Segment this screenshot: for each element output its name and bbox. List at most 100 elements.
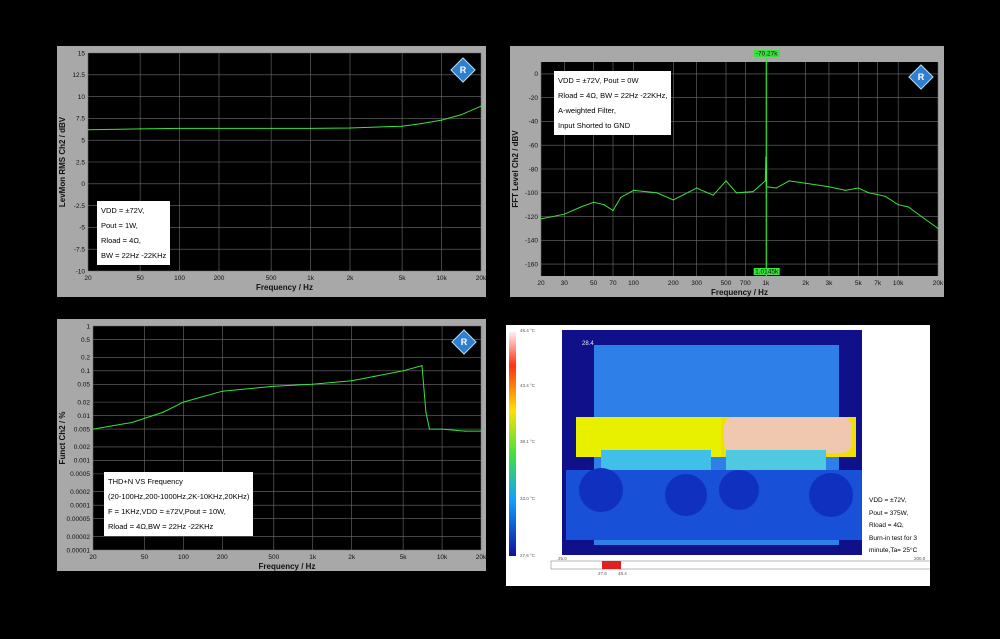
- y-tick-label: -5: [79, 225, 85, 232]
- y-tick-label: 0.0005: [70, 471, 90, 478]
- x-tick-label: 7k: [874, 280, 882, 287]
- y-tick-label: 0: [81, 181, 85, 188]
- data-point: [868, 192, 870, 194]
- note-line: Pout = 375W,: [869, 509, 909, 517]
- data-point: [563, 213, 565, 215]
- data-point: [351, 380, 353, 382]
- data-point: [775, 187, 777, 189]
- scale-label: 33.0 °C: [520, 496, 536, 501]
- data-point: [908, 206, 910, 208]
- y-tick-label: -60: [529, 143, 539, 150]
- temperature-scale-bar: [509, 332, 516, 556]
- y-tick-label: 7.5: [76, 116, 85, 123]
- cursor-top-label: -70.27k: [756, 51, 778, 58]
- x-tick-label: 50: [590, 280, 598, 287]
- x-tick-label: 10k: [893, 280, 904, 287]
- y-tick-label: -10: [76, 268, 86, 275]
- data-point: [897, 204, 899, 206]
- chart-panel-levmon: 20 50 100 200 500 1k 2k 5k 10k 20k 15 12.5 10 7.5 5 2.5…: [57, 46, 487, 297]
- data-point: [221, 390, 223, 392]
- y-tick-label: 1: [86, 323, 90, 330]
- data-point: [805, 182, 807, 184]
- data-point: [764, 180, 766, 182]
- data-point: [857, 187, 859, 189]
- annotation-line: Rload = 4Ω,BW = 22Hz -22KHz: [108, 522, 214, 531]
- data-point: [752, 190, 754, 193]
- thermal-image-panel: 48.4 °C 43.4 °C 38.1 °C 33.0 °C 27.6 °C …: [506, 325, 934, 586]
- data-point: [425, 411, 427, 413]
- y-tick-label: 0.0002: [70, 489, 90, 496]
- x-axis-label: Frequency / Hz: [259, 562, 316, 571]
- data-point: [373, 375, 376, 377]
- note-line: Burn-in test for 3: [869, 534, 918, 542]
- y-tick-label: -120: [525, 214, 538, 221]
- y-tick-label: 0.2: [81, 355, 90, 362]
- x-tick-label: 50: [141, 554, 149, 561]
- y-tick-label: 0.02: [77, 399, 90, 406]
- x-tick-label: 700: [740, 280, 751, 287]
- data-point: [182, 401, 185, 403]
- scale-label: 43.4 °C: [520, 383, 536, 388]
- x-tick-label: 5k: [400, 554, 408, 561]
- data-point: [788, 180, 790, 182]
- data-point: [420, 123, 422, 125]
- y-tick-label: -40: [529, 119, 539, 126]
- data-point: [131, 421, 133, 424]
- data-point: [712, 194, 714, 196]
- annotation-line: A-weighted Filter,: [558, 106, 616, 115]
- data-point: [178, 127, 181, 130]
- x-axis-label: Frequency / Hz: [711, 288, 768, 297]
- data-point: [441, 428, 443, 430]
- x-tick-label: 500: [266, 275, 277, 282]
- x-tick-label: 500: [268, 554, 279, 561]
- data-point: [540, 218, 542, 220]
- range-min: 25.0: [558, 556, 567, 561]
- annotation-line: F = 1KHz,VDD = ±72V,Pout = 10W,: [108, 507, 226, 516]
- y-tick-label: -140: [525, 238, 538, 245]
- data-point: [696, 187, 698, 189]
- x-tick-label: 3k: [826, 280, 834, 287]
- data-point: [725, 180, 727, 182]
- annotation-line: THD+N VS Frequency: [108, 477, 183, 486]
- x-tick-label: 200: [668, 280, 679, 287]
- x-tick-label: 10k: [436, 275, 447, 282]
- data-point: [844, 189, 847, 191]
- x-tick-label: 50: [137, 275, 145, 282]
- annotation-line: (20-100Hz,200-1000Hz,2K-10KHz,20KHz): [108, 492, 250, 501]
- x-axis-label: Frequency / Hz: [256, 283, 313, 292]
- data-point: [593, 201, 595, 203]
- y-tick-label: 0.5: [81, 337, 90, 344]
- data-point: [937, 227, 939, 230]
- chart-panel-thdn: 20 50 100 200 500 1k 2k 5k 10k 20k 1 0.5 0.2 0.1 0.05 0…: [57, 319, 487, 571]
- y-tick-label: 0.00002: [67, 534, 91, 541]
- y-tick-label: -7.5: [74, 247, 86, 254]
- x-tick-label: 100: [178, 554, 189, 561]
- data-point: [401, 125, 403, 127]
- data-point: [480, 105, 482, 107]
- x-tick-label: 10k: [437, 554, 448, 561]
- chart-annotation: VDD = ±72V, Pout = 0W Rload = 4Ω, BW = 2…: [554, 71, 672, 135]
- y-tick-label: 0.1: [81, 368, 90, 375]
- data-point: [309, 127, 312, 130]
- y-tick-label: 0.001: [74, 458, 91, 465]
- data-point: [273, 385, 275, 387]
- x-tick-label: 20: [84, 275, 92, 282]
- annotation-line: VDD = ±72V,: [101, 206, 145, 215]
- data-point: [87, 129, 89, 131]
- data-point: [460, 114, 462, 116]
- y-tick-label: 12.5: [72, 72, 85, 79]
- data-point: [162, 411, 164, 413]
- y-axis-label: Funct Ch2 / %: [58, 412, 67, 465]
- note-line: minute,Ta= 25°C: [869, 547, 918, 554]
- x-tick-label: 20k: [476, 554, 487, 561]
- y-tick-label: 0.00005: [67, 516, 91, 523]
- x-tick-label: 20k: [476, 275, 487, 282]
- data-point: [884, 195, 886, 197]
- y-tick-label: 0: [534, 71, 538, 78]
- scale-label: 27.6 °C: [520, 553, 536, 558]
- y-tick-label: 0.01: [77, 413, 90, 420]
- x-tick-label: 200: [214, 275, 225, 282]
- y-tick-label: 0.002: [74, 444, 91, 451]
- x-tick-label: 20: [537, 280, 545, 287]
- y-tick-label: 0.005: [74, 426, 91, 433]
